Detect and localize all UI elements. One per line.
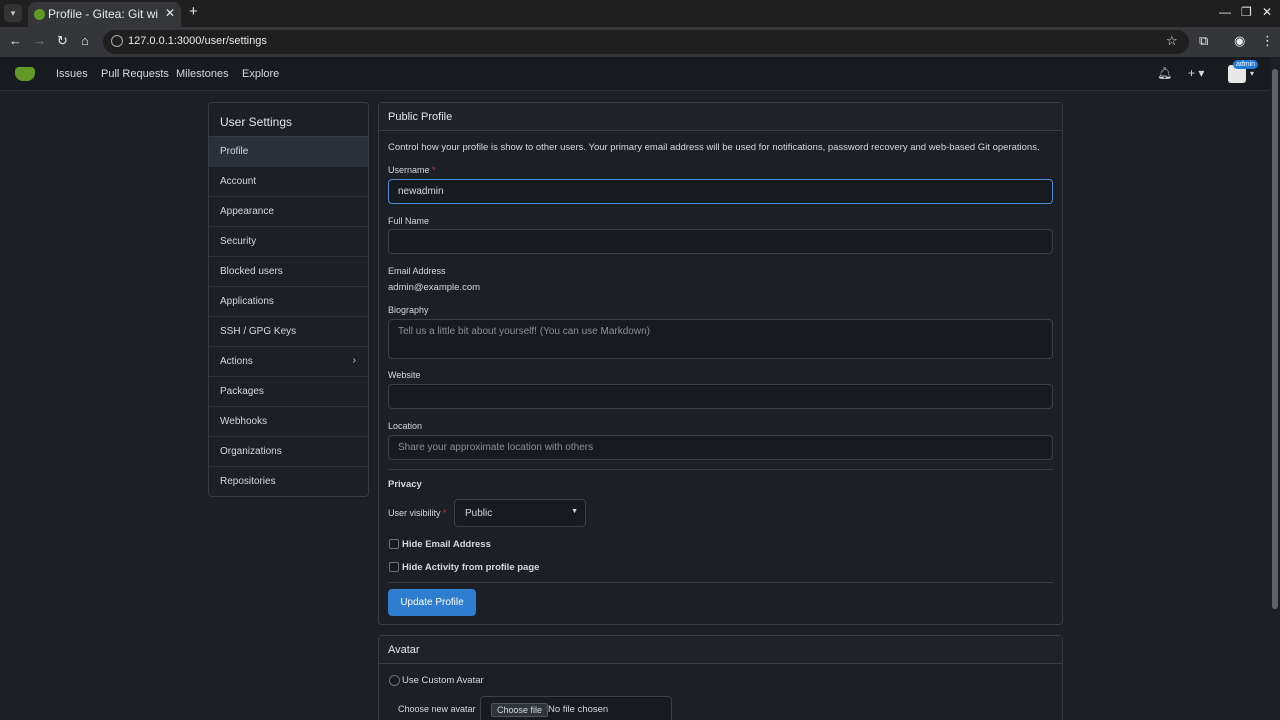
visibility-value: Public <box>465 508 493 519</box>
scroll-thumb[interactable] <box>1272 69 1278 609</box>
avatar-title: Avatar <box>379 636 1062 664</box>
chevron-right-icon: › <box>352 355 356 366</box>
hide-email-label[interactable]: Hide Email Address <box>402 539 491 550</box>
site-header: Issues Pull Requests Milestones Explore … <box>0 57 1280 91</box>
nav-explore[interactable]: Explore <box>242 68 279 80</box>
profile-description: Control how your profile is show to othe… <box>388 142 1040 153</box>
use-custom-avatar-label[interactable]: Use Custom Avatar <box>402 675 484 686</box>
sidebar-item-packages[interactable]: Packages <box>209 377 368 407</box>
use-custom-avatar-radio[interactable] <box>389 675 400 686</box>
username-label: Username <box>388 165 430 175</box>
public-profile-title: Public Profile <box>379 103 1062 131</box>
browser-tab[interactable]: Profile - Gitea: Git with a cup of tea ✕ <box>28 2 181 27</box>
sidebar-item-organizations[interactable]: Organizations <box>209 437 368 467</box>
website-label: Website <box>388 370 421 380</box>
gitea-favicon-icon <box>34 9 45 20</box>
sidebar-item-security[interactable]: Security <box>209 227 368 257</box>
create-plus-icon[interactable]: + ▾ <box>1188 66 1204 80</box>
visibility-label-wrap: User visibility * <box>388 508 447 518</box>
sidebar-item-actions[interactable]: Actions › <box>209 347 368 377</box>
gitea-logo-icon[interactable] <box>15 67 35 81</box>
avatar-card: Avatar Use Custom Avatar Choose new avat… <box>378 635 1063 720</box>
reload-icon[interactable]: ↻ <box>57 33 68 49</box>
close-tab-icon[interactable]: ✕ <box>165 6 175 20</box>
sidebar-item-repositories[interactable]: Repositories <box>209 467 368 497</box>
notification-bell-icon[interactable]: 🔔︎ <box>1157 66 1172 80</box>
menu-icon[interactable]: ⋮ <box>1261 33 1274 49</box>
hide-activity-checkbox[interactable] <box>389 562 399 572</box>
sidebar-item-account[interactable]: Account <box>209 167 368 197</box>
file-status: No file chosen <box>548 704 609 715</box>
update-profile-button[interactable]: Update Profile <box>388 589 476 616</box>
location-input[interactable]: Share your approximate location with oth… <box>388 435 1053 460</box>
biography-textarea[interactable]: Tell us a little bit about yourself! (Yo… <box>388 319 1053 359</box>
page-scrollbar[interactable] <box>1270 57 1280 720</box>
profile-icon[interactable]: ◉ <box>1234 33 1245 49</box>
hide-email-checkbox[interactable] <box>389 539 399 549</box>
sidebar-title: User Settings <box>209 103 368 137</box>
email-label: Email Address <box>388 266 446 276</box>
avatar-file-input[interactable]: Choose file No file chosen <box>480 696 672 720</box>
settings-sidebar: User Settings Profile Account Appearance… <box>208 102 369 497</box>
sidebar-item-label: Actions <box>220 356 253 367</box>
nav-pull-requests[interactable]: Pull Requests <box>101 68 169 80</box>
sidebar-item-ssh-gpg-keys[interactable]: SSH / GPG Keys <box>209 317 368 347</box>
fullname-input[interactable] <box>388 229 1053 254</box>
public-profile-card: Public Profile Control how your profile … <box>378 102 1063 625</box>
username-label-wrap: Username * <box>388 165 436 175</box>
sidebar-item-blocked-users[interactable]: Blocked users <box>209 257 368 287</box>
choose-avatar-label: Choose new avatar <box>398 704 476 714</box>
forward-icon[interactable]: → <box>33 33 46 48</box>
nav-milestones[interactable]: Milestones <box>176 68 229 80</box>
browser-tab-bar: ▾ Profile - Gitea: Git with a cup of tea… <box>0 0 1280 27</box>
caret-down-icon: ▼ <box>571 508 578 515</box>
restore-icon[interactable]: ❐ <box>1241 5 1252 19</box>
tab-search-icon[interactable]: ▾ <box>4 4 22 22</box>
nav-issues[interactable]: Issues <box>56 68 88 80</box>
minimize-icon[interactable]: — <box>1219 5 1231 19</box>
location-placeholder: Share your approximate location with oth… <box>398 442 594 453</box>
required-marker: * <box>432 165 436 175</box>
choose-file-button[interactable]: Choose file <box>491 703 549 717</box>
url-text: 127.0.0.1:3000/user/settings <box>128 35 267 47</box>
site-info-icon[interactable] <box>111 35 123 47</box>
privacy-heading: Privacy <box>388 479 422 490</box>
biography-placeholder: Tell us a little bit about yourself! (Yo… <box>398 326 650 337</box>
browser-toolbar: ← → ↻ ⌂ 127.0.0.1:3000/user/settings ☆ ⧉… <box>0 27 1280 57</box>
required-marker: * <box>443 508 447 518</box>
hide-activity-label[interactable]: Hide Activity from profile page <box>402 562 539 573</box>
email-value: admin@example.com <box>388 282 481 293</box>
extensions-icon[interactable]: ⧉ <box>1199 33 1208 49</box>
admin-badge: admin <box>1233 60 1259 69</box>
sidebar-item-applications[interactable]: Applications <box>209 287 368 317</box>
sidebar-item-appearance[interactable]: Appearance <box>209 197 368 227</box>
sidebar-item-webhooks[interactable]: Webhooks <box>209 407 368 437</box>
website-input[interactable] <box>388 384 1053 409</box>
tab-title: Profile - Gitea: Git with a cup of tea <box>48 7 158 21</box>
bookmark-star-icon[interactable]: ☆ <box>1166 33 1178 49</box>
address-bar[interactable]: 127.0.0.1:3000/user/settings ☆ <box>103 30 1189 54</box>
home-icon[interactable]: ⌂ <box>81 33 89 48</box>
fullname-label: Full Name <box>388 216 430 226</box>
new-tab-button[interactable]: + <box>189 3 198 20</box>
window-close-icon[interactable]: ✕ <box>1262 5 1272 19</box>
sidebar-item-profile[interactable]: Profile <box>209 137 368 167</box>
divider <box>388 469 1053 470</box>
username-input[interactable]: newadmin <box>388 179 1053 204</box>
visibility-select[interactable]: Public ▼ <box>454 499 586 527</box>
back-icon[interactable]: ← <box>9 33 22 48</box>
divider <box>388 582 1053 583</box>
chevron-down-icon[interactable]: ▾ <box>1250 69 1254 78</box>
biography-label: Biography <box>388 305 429 315</box>
visibility-label: User visibility <box>388 508 441 518</box>
location-label: Location <box>388 421 423 431</box>
